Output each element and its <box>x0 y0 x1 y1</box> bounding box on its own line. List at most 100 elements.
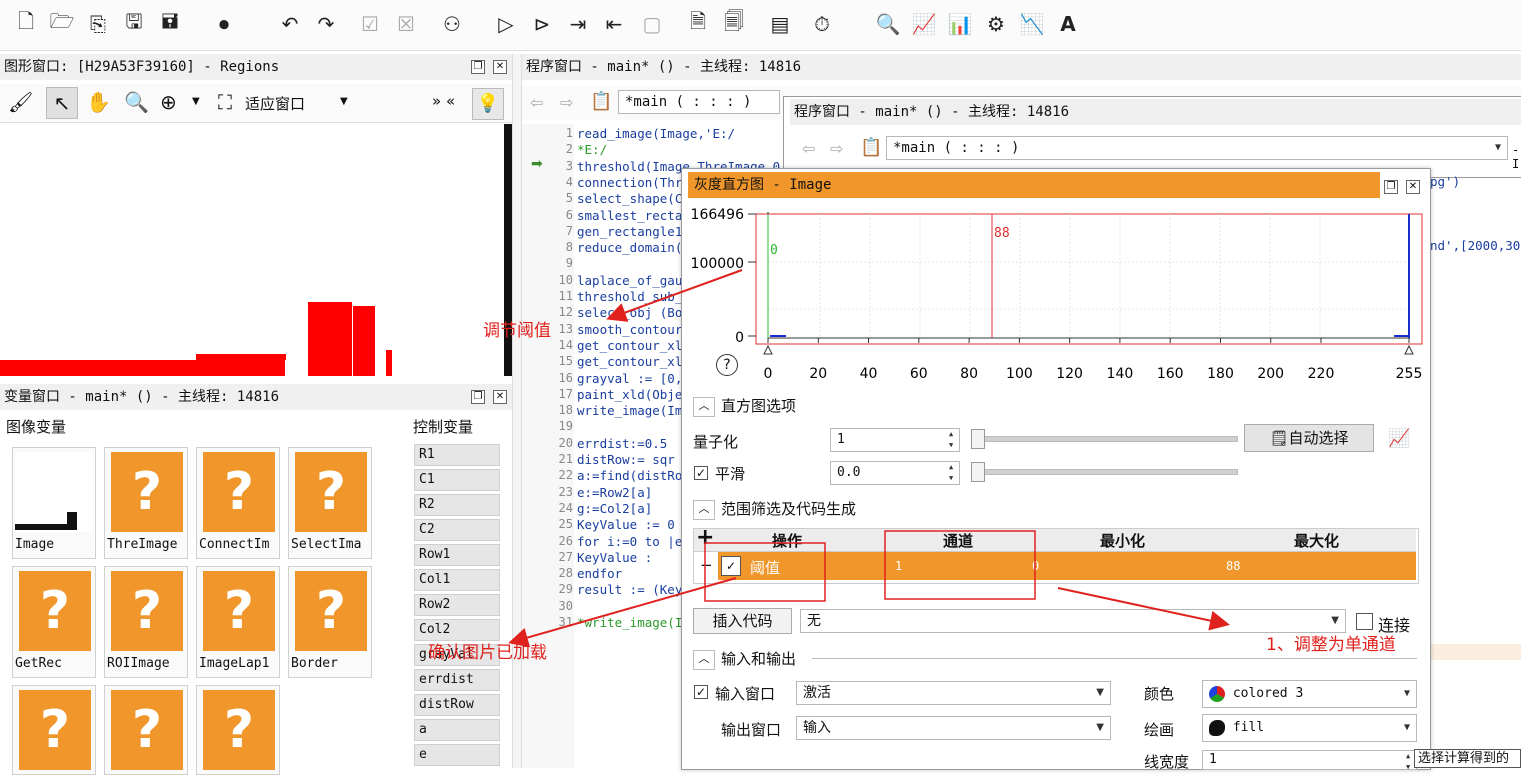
control-var-item[interactable]: distRow <box>414 694 500 716</box>
code-line[interactable]: result := (Key <box>577 582 682 597</box>
image-var-tile[interactable]: ? <box>12 685 96 775</box>
chevron-up-icon[interactable]: ︿ <box>693 396 715 417</box>
code-line[interactable]: reduce_domain( <box>577 240 682 255</box>
code-line[interactable]: paint_xld(Obje <box>577 387 682 402</box>
histogram-chart-icon[interactable]: 📈 <box>1388 428 1410 449</box>
add-row-button[interactable]: + <box>696 525 714 550</box>
image-var-tile[interactable]: ? <box>196 685 280 775</box>
hand-icon[interactable]: ✋ <box>86 90 111 114</box>
image-var-getrec[interactable]: ? GetRec <box>12 566 96 678</box>
graphics-canvas[interactable] <box>0 124 504 376</box>
clipboard-icon[interactable]: 📋 <box>860 137 882 158</box>
code-line[interactable]: *E:/ <box>577 142 607 157</box>
options-section-header[interactable]: ︿ 直方图选项 <box>693 395 796 417</box>
code-line[interactable]: gen_rectangle1 <box>577 224 682 239</box>
restore-icon[interactable]: ❐ <box>1384 180 1398 194</box>
code-line[interactable]: errdist:=0.5 <box>577 436 667 451</box>
back-arrow-icon[interactable]: ⇦ <box>802 139 815 158</box>
code-line[interactable]: connection(Thr <box>577 175 682 190</box>
restore-icon[interactable]: ❐ <box>471 390 485 404</box>
close-icon[interactable]: ✕ <box>493 60 507 74</box>
chevron-down-icon[interactable]: ▼ <box>340 96 348 107</box>
restore-icon[interactable]: ❐ <box>471 60 485 74</box>
row-operation[interactable]: 阈值 <box>750 557 780 578</box>
code-line[interactable]: threshold_sub_ <box>577 289 682 304</box>
image-var-border[interactable]: ? Border <box>288 566 372 678</box>
timer-icon[interactable]: ⏱ <box>808 10 836 38</box>
quantize-slider[interactable] <box>971 429 1238 449</box>
code-line[interactable]: read_image(Image,'E:/ <box>577 126 735 141</box>
help-icon[interactable]: ? <box>716 354 738 376</box>
chevron-up-icon[interactable]: ︿ <box>693 649 715 670</box>
brush-icon[interactable]: 🖌 <box>8 90 33 114</box>
more-arrows[interactable]: » « <box>432 92 455 110</box>
connect-checkbox[interactable] <box>1356 613 1373 630</box>
image-var-connectim[interactable]: ? ConnectIm <box>196 447 280 559</box>
code-line[interactable]: laplace_of_gau <box>577 273 682 288</box>
graphics-window-title[interactable]: 图形窗口: [H29A53F39160] - Regions <box>0 54 512 80</box>
code-line[interactable]: select_obj (Bo <box>577 305 682 320</box>
save-icon[interactable]: 🖫 <box>120 9 148 38</box>
control-var-item[interactable]: C2 <box>414 519 500 541</box>
code-line[interactable]: *write_image(I <box>577 615 682 630</box>
draw-combo[interactable]: fill <box>1202 714 1417 742</box>
variable-window-title[interactable]: 变量窗口 - main* () - 主线程: 14816 <box>0 384 512 410</box>
line-profile-icon[interactable]: 📊 <box>946 10 974 38</box>
control-var-item[interactable]: R2 <box>414 494 500 516</box>
chevron-down-icon[interactable]: ▼ <box>192 96 200 107</box>
run-icon[interactable]: ▷ <box>492 10 520 38</box>
procedure-combo[interactable]: *main ( : : : ) <box>886 136 1508 160</box>
zoom-in-icon[interactable]: ⊕ <box>160 90 177 114</box>
histogram-icon[interactable]: 📈 <box>910 10 938 38</box>
code-line[interactable]: write_image(Im <box>577 403 682 418</box>
histogram-plot[interactable]: 0 88 166496 100000 0 0 20 40 60 80 100 120 140 1… <box>690 202 1424 392</box>
row-min[interactable]: 0 <box>1032 559 1039 573</box>
smooth-checkbox[interactable]: ✓ <box>694 466 708 480</box>
auto-select-button[interactable]: 🗒自动选择 <box>1244 424 1374 452</box>
zoom-icon[interactable]: 🔍 <box>874 10 902 38</box>
io-section-header[interactable]: ︿ 输入和输出 <box>693 648 796 670</box>
remove-row-button[interactable]: − <box>700 556 713 574</box>
binoculars-icon[interactable]: ⚇ <box>438 10 466 38</box>
code-line[interactable]: a:=find(distRo <box>577 468 682 483</box>
gray-icon[interactable]: ⚙ <box>982 10 1010 38</box>
forward-arrow-icon[interactable]: ⇨ <box>830 139 843 158</box>
image-var-image[interactable]: Image <box>12 447 96 559</box>
magnifier-icon[interactable]: 🔍 <box>124 90 149 114</box>
code-line[interactable]: grayval := [0, <box>577 371 682 386</box>
code-line[interactable]: get_contour_xl <box>577 354 682 369</box>
control-var-item[interactable]: e <box>414 744 500 766</box>
code-line[interactable]: g:=Col2[a] <box>577 501 652 516</box>
export-icon[interactable]: ⎘ <box>84 10 112 38</box>
row-max[interactable]: 88 <box>1226 559 1240 573</box>
forward-arrow-icon[interactable]: ⇨ <box>560 93 573 112</box>
image-var-imagelap1[interactable]: ? ImageLap1 <box>196 566 280 678</box>
input-window-combo[interactable]: 激活 <box>796 681 1111 705</box>
close-icon[interactable]: ✕ <box>493 390 507 404</box>
deactivate-icon[interactable]: ☒ <box>392 10 420 38</box>
insert-code-button[interactable]: 插入代码 <box>693 608 792 634</box>
undo-icon[interactable]: ↶ <box>276 10 304 38</box>
control-var-item[interactable]: Col1 <box>414 569 500 591</box>
control-var-item[interactable]: C1 <box>414 469 500 491</box>
fit-window-label[interactable]: 适应窗口 <box>245 93 305 114</box>
code-line[interactable]: smooth_contour <box>577 322 682 337</box>
control-var-item[interactable]: errdist <box>414 669 500 691</box>
histogram-title[interactable]: 灰度直方图 - Image <box>688 172 1380 198</box>
fit-window-icon[interactable]: ⛶ <box>218 90 232 114</box>
smooth-slider[interactable] <box>971 462 1238 482</box>
code-line[interactable]: get_contour_xl <box>577 338 682 353</box>
redo-icon[interactable]: ↷ <box>312 10 340 38</box>
step-icon[interactable]: ⊳ <box>528 10 556 38</box>
new-file-icon[interactable]: 🗋 <box>12 9 40 38</box>
code-line[interactable]: KeyValue := 0 <box>577 517 675 532</box>
control-var-item[interactable]: R1 <box>414 444 500 466</box>
control-var-item[interactable]: a <box>414 719 500 741</box>
row-channel[interactable]: 1 <box>895 559 902 573</box>
quantize-spinbox[interactable]: 1 <box>830 428 960 452</box>
range-section-header[interactable]: ︿ 范围筛选及代码生成 <box>693 498 856 520</box>
open-file-icon[interactable]: 🗁 <box>48 9 76 38</box>
step-back-icon[interactable]: ⇤ <box>600 10 628 38</box>
feature-icon[interactable]: 📉 <box>1018 10 1046 38</box>
save-all-icon[interactable]: 🖬 <box>156 9 184 38</box>
